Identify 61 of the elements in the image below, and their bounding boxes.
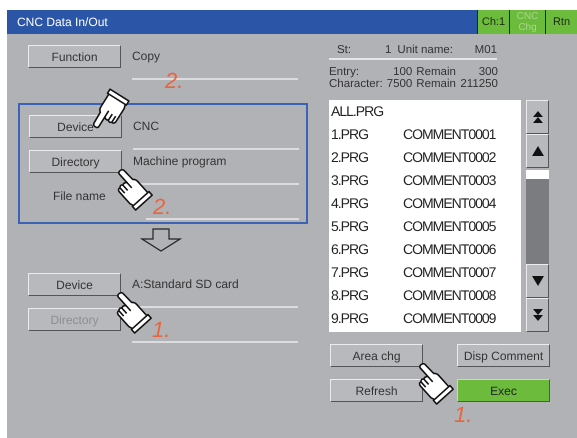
up-arrow-icon	[532, 144, 544, 158]
unit-name-value: M01	[474, 44, 497, 56]
unit-name-label: Unit name:	[397, 44, 453, 56]
step-number: 1.	[454, 404, 472, 426]
remain-label: Remain	[416, 78, 456, 90]
file-name[interactable]: 2.PRG	[331, 146, 403, 169]
file-comment: COMMENT0003	[403, 171, 496, 190]
selector-button[interactable]: Device	[28, 273, 121, 296]
file-name[interactable]: 1.PRG	[331, 123, 403, 146]
window-title: CNC Data In/Out	[16, 14, 109, 31]
action-button[interactable]: Disp Comment	[457, 344, 550, 367]
file-name[interactable]: 9.PRG	[331, 307, 403, 330]
selector-button[interactable]: Function	[28, 45, 121, 68]
selector-button[interactable]: Directory	[29, 150, 122, 173]
title-bar-button[interactable]: Rtn	[545, 10, 577, 34]
title-bar-button[interactable]: Ch:1	[477, 10, 509, 34]
scroll-top-button[interactable]	[526, 100, 549, 134]
file-comment: COMMENT0004	[403, 194, 496, 213]
selector-button[interactable]: Device	[29, 115, 122, 138]
file-name[interactable]: 5.PRG	[331, 215, 403, 238]
file-name[interactable]: 6.PRG	[331, 238, 403, 261]
action-button[interactable]: Area chg	[330, 344, 423, 367]
down-arrow-icon	[140, 228, 182, 252]
entry-value: 100	[392, 66, 412, 78]
scroll-down-button[interactable]	[526, 264, 549, 298]
file-comment: COMMENT0001	[403, 125, 496, 144]
down-arrow-icon	[532, 274, 544, 288]
remain-value: 300	[478, 66, 498, 78]
field-value: Copy	[132, 49, 160, 63]
scroll-bottom-button[interactable]	[526, 298, 549, 332]
file-name[interactable]: 8.PRG	[331, 284, 403, 307]
field-value: A:Standard SD card	[132, 277, 239, 291]
station-value: 1	[384, 44, 392, 56]
file-comment: COMMENT0008	[403, 286, 496, 305]
character-value: 7500	[386, 78, 412, 90]
remain-value: 211250	[460, 78, 498, 90]
file-name[interactable]: 7.PRG	[331, 261, 403, 284]
file-name[interactable]: 3.PRG	[331, 169, 403, 192]
double-up-arrow-icon	[532, 110, 544, 124]
remain-label: Remain	[416, 66, 456, 78]
step-number: 1.	[152, 319, 170, 341]
step-number: 2.	[165, 70, 184, 92]
entry-label: Entry:	[329, 66, 360, 78]
file-comment: COMMENT0005	[403, 217, 496, 236]
step-number: 2.	[153, 196, 172, 218]
scroll-up-button[interactable]	[526, 134, 549, 168]
character-label: Character:	[329, 78, 383, 90]
file-comment: COMMENT0007	[403, 263, 496, 282]
field-label: File name	[52, 188, 107, 205]
file-name[interactable]: ALL.PRG	[331, 100, 403, 123]
scroll-thumb[interactable]	[526, 170, 549, 179]
action-button[interactable]: Refresh	[330, 379, 423, 402]
double-down-arrow-icon	[532, 308, 544, 322]
file-name[interactable]: 4.PRG	[331, 192, 403, 215]
field-value: Machine program	[133, 154, 226, 168]
station-label: St:	[337, 44, 352, 56]
file-comment: COMMENT0006	[403, 240, 496, 259]
field-value: CNC	[133, 119, 159, 133]
file-comment: COMMENT0002	[403, 148, 496, 167]
file-comment: COMMENT0009	[403, 309, 496, 328]
action-button[interactable]: Exec	[457, 379, 550, 402]
